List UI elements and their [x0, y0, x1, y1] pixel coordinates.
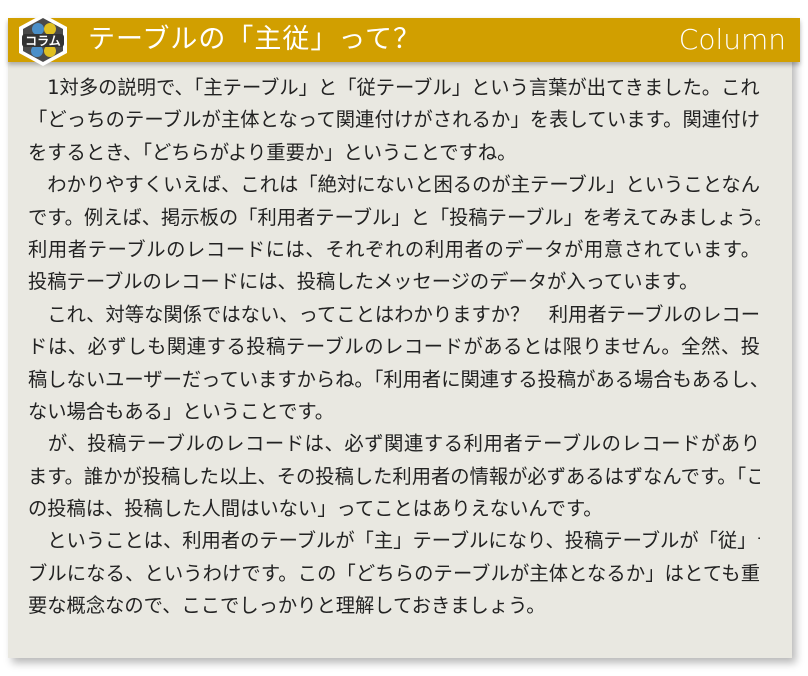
body-text-line: ブルになる、というわけです。この「どちらのテーブルが主体となるか」はとても重 — [28, 561, 760, 585]
body-text-line: 1対多の説明で、「主テーブル」と「従テーブル」という言葉が出てきました。これは、 — [28, 76, 760, 99]
body-text-line: 投稿テーブルのレコードには、投稿したメッセージのデータが入っています。 — [28, 270, 699, 294]
body-text-line: ということは、利用者のテーブルが「主」テーブルになり、投稿テーブルが「従」テー — [28, 529, 760, 553]
body-text-line: 要な概念なので、ここでしっかりと理解しておきましょう。 — [28, 594, 546, 618]
column-label: Column — [678, 23, 786, 56]
body-text-line: です。例えば、掲示板の「利用者テーブル」と「投稿テーブル」を考えてみましょう。 — [28, 205, 760, 229]
column-badge-icon: コラム — [19, 14, 67, 66]
body-text-line: ます。誰かが投稿した以上、その投稿した利用者の情報が必ずあるはずなんです。「こ — [28, 464, 760, 488]
column-body: 1対多の説明で、「主テーブル」と「従テーブル」という言葉が出てきました。これは、… — [28, 72, 760, 623]
body-text-line: ない場合もある」ということです。 — [28, 399, 334, 423]
body-text-line: が、投稿テーブルのレコードは、必ず関連する利用者テーブルのレコードがあり — [28, 432, 760, 456]
body-text-line: ドは、必ずしも関連する投稿テーブルのレコードがあるとは限りません。全然、投 — [28, 335, 760, 359]
body-text-line: をするとき、「どちらがより重要か」ということですね。 — [28, 140, 517, 164]
body-text-line: わかりやすくいえば、これは「絶対にないと困るのが主テーブル」ということなん — [28, 173, 760, 197]
column-title: テーブルの「主従」って？ — [88, 24, 422, 55]
body-text-line: 利用者テーブルのレコードには、それぞれの利用者のデータが用意されています。 — [28, 237, 760, 261]
body-text-line: の投稿は、投稿した人間はいない」ってことはありえないんです。 — [28, 497, 603, 521]
body-text-line: これ、対等な関係ではない、ってことはわかりますか？ 利用者テーブルのレコー — [28, 302, 760, 326]
badge-text: コラム — [25, 34, 61, 48]
body-text-line: 「どっちのテーブルが主体となって関連付けがされるか」を表しています。関連付け — [28, 108, 760, 132]
body-text-line: 稿しないユーザーだっていますからね。「利用者に関連する投稿がある場合もあるし、 — [28, 367, 760, 391]
column-header: コラム テーブルの「主従」って？ Column — [8, 14, 800, 66]
